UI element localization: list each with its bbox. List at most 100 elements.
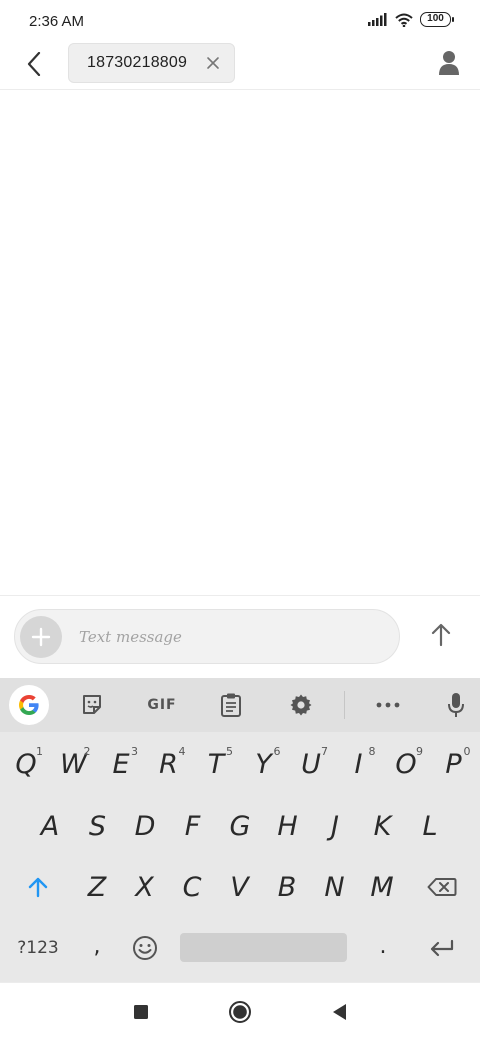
emoji-icon	[133, 936, 157, 960]
key-label: Q	[15, 748, 37, 780]
key-label: E	[112, 748, 130, 780]
key-number-hint: 1	[36, 745, 43, 758]
back-triangle-icon	[333, 1004, 346, 1020]
shift-key[interactable]	[18, 867, 58, 907]
key-number-hint: 0	[463, 745, 471, 758]
key-number-hint: 4	[178, 745, 186, 758]
home-circle-icon	[229, 1001, 251, 1023]
key-g[interactable]: G	[217, 803, 263, 849]
key-label: I	[354, 748, 363, 780]
compose-bar	[0, 596, 480, 678]
sticker-button[interactable]	[75, 688, 109, 722]
chevron-left-icon	[27, 52, 41, 76]
gear-icon	[290, 694, 312, 716]
key-number-hint: 9	[416, 745, 423, 758]
key-l[interactable]: L	[407, 803, 453, 849]
key-o[interactable]: O9	[383, 741, 429, 787]
key-label: L	[422, 810, 438, 842]
key-i[interactable]: I8	[336, 741, 382, 787]
key-z[interactable]: Z	[74, 864, 120, 910]
key-label: H	[277, 810, 298, 842]
key-n[interactable]: N	[312, 864, 358, 910]
key-label: O	[395, 748, 417, 780]
space-key[interactable]	[180, 933, 347, 962]
key-d[interactable]: D	[122, 803, 168, 849]
recents-button[interactable]	[128, 999, 154, 1025]
toolbar-divider	[344, 691, 345, 719]
back-button[interactable]	[20, 50, 48, 78]
clipboard-button[interactable]	[214, 688, 248, 722]
google-button[interactable]	[9, 685, 49, 725]
key-label: N	[324, 871, 345, 903]
voice-input-button[interactable]	[439, 688, 473, 722]
key-j[interactable]: J	[312, 803, 358, 849]
key-m[interactable]: M	[359, 864, 405, 910]
keyboard-toolbar: GIF	[0, 678, 480, 732]
key-p[interactable]: P0	[431, 741, 477, 787]
key-number-hint: 7	[321, 745, 328, 758]
status-bar: 2:36 AM 100	[0, 0, 480, 40]
key-k[interactable]: K	[360, 803, 406, 849]
recipient-chip[interactable]: 18730218809	[68, 43, 235, 83]
backspace-key[interactable]	[420, 867, 464, 907]
key-c[interactable]: C	[169, 864, 215, 910]
comma-key-label: ,	[93, 933, 101, 959]
key-number-hint: 2	[83, 745, 91, 758]
key-t[interactable]: T5	[193, 741, 239, 787]
key-x[interactable]: X	[122, 864, 168, 910]
send-button[interactable]	[426, 620, 456, 650]
key-e[interactable]: E3	[98, 741, 144, 787]
back-nav-button[interactable]	[326, 999, 352, 1025]
wifi-icon	[395, 13, 413, 27]
key-u[interactable]: U7	[288, 741, 334, 787]
key-r[interactable]: R4	[146, 741, 192, 787]
key-label: Z	[87, 871, 107, 903]
recipient-number: 18730218809	[87, 54, 188, 71]
key-q[interactable]: Q1	[3, 741, 49, 787]
symbols-key-label: ?123	[17, 938, 59, 958]
key-label: Y	[255, 748, 272, 780]
key-a[interactable]: A	[27, 803, 73, 849]
key-v[interactable]: V	[217, 864, 263, 910]
status-icons: 100	[368, 12, 454, 27]
message-input[interactable]	[79, 624, 379, 650]
status-time: 2:36 AM	[29, 13, 85, 30]
key-label: J	[331, 810, 339, 842]
attach-button[interactable]	[20, 616, 62, 658]
key-number-hint: 5	[226, 745, 233, 758]
key-f[interactable]: F	[170, 803, 216, 849]
arrow-up-icon	[431, 623, 451, 647]
enter-key[interactable]	[420, 928, 464, 968]
symbols-key[interactable]: ?123	[10, 928, 66, 968]
google-icon	[19, 695, 39, 715]
contact-button[interactable]	[438, 50, 464, 78]
conversation-header: 18730218809	[0, 40, 480, 90]
message-list[interactable]	[0, 91, 480, 596]
shift-arrow-icon	[28, 877, 48, 898]
more-icon	[376, 702, 400, 708]
key-label: R	[159, 748, 178, 780]
gif-button[interactable]: GIF	[142, 688, 182, 722]
key-label: C	[182, 871, 202, 903]
settings-button[interactable]	[284, 688, 318, 722]
home-button[interactable]	[227, 999, 253, 1025]
more-button[interactable]	[371, 688, 405, 722]
key-label: T	[207, 748, 225, 780]
key-w[interactable]: W2	[51, 741, 97, 787]
battery-icon: 100	[420, 12, 454, 27]
key-s[interactable]: S	[75, 803, 121, 849]
recents-square-icon	[134, 1005, 148, 1019]
period-key[interactable]: .	[366, 926, 400, 966]
key-y[interactable]: Y6	[241, 741, 287, 787]
comma-key[interactable]: ,	[80, 926, 114, 966]
battery-level: 100	[427, 13, 444, 24]
clipboard-icon	[221, 693, 241, 717]
key-label: D	[134, 810, 156, 842]
close-icon[interactable]	[206, 56, 220, 70]
key-b[interactable]: B	[264, 864, 310, 910]
key-label: G	[229, 810, 251, 842]
emoji-key[interactable]	[126, 928, 164, 968]
key-label: M	[370, 871, 394, 903]
keyboard: G I F Q 1 W 2 E 3 R 4 T 5 Y 6 U 7 I 8 O 9 …	[0, 678, 480, 982]
key-h[interactable]: H	[265, 803, 311, 849]
